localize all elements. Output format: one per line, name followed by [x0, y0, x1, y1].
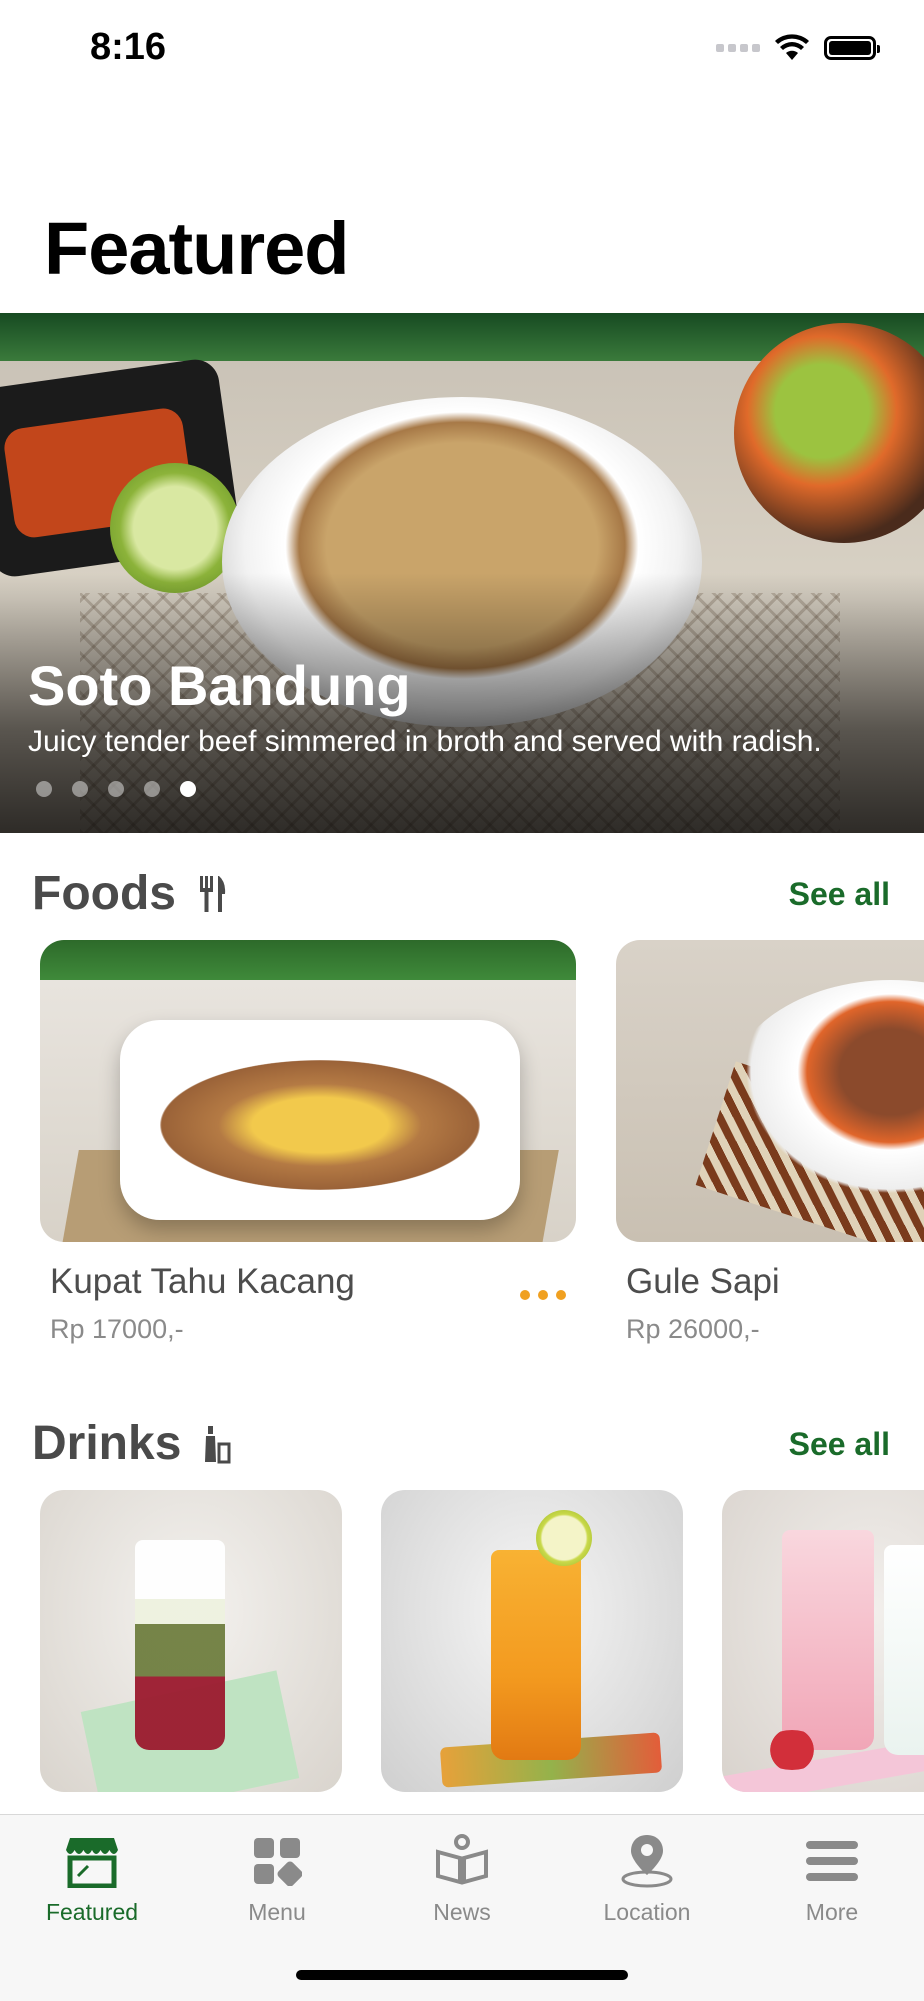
carousel-dot[interactable]: [72, 781, 88, 797]
tab-label: Menu: [248, 1899, 306, 1925]
carousel-dot[interactable]: [36, 781, 52, 797]
hero-description: Juicy tender beef simmered in broth and …: [28, 725, 822, 758]
hero-carousel[interactable]: Soto Bandung Juicy tender beef simmered …: [0, 313, 924, 833]
page-title: Featured: [44, 207, 350, 290]
food-name: Gule Sapi: [626, 1262, 780, 1301]
tab-label: More: [805, 1899, 859, 1925]
battery-icon: [824, 36, 880, 60]
tab-label: News: [433, 1899, 491, 1925]
utensils-icon: [199, 875, 226, 912]
food-price: Rp 17000,-: [50, 1314, 184, 1344]
foods-section-header: Foods See all: [0, 866, 924, 926]
more-options-icon[interactable]: [520, 1290, 566, 1300]
foods-title-text: Foods: [32, 867, 176, 920]
food-card[interactable]: Gule Sapi Rp 26000,-: [616, 940, 924, 1345]
hamburger-menu-icon: [806, 1841, 858, 1881]
home-indicator[interactable]: [296, 1970, 628, 1980]
tab-news[interactable]: News: [370, 1829, 554, 1939]
drinks-title-text: Drinks: [32, 1417, 182, 1470]
bottle-glass-icon: [205, 1425, 231, 1463]
drinks-see-all-link[interactable]: See all: [789, 1426, 890, 1463]
food-card[interactable]: Kupat Tahu Kacang Rp 17000,-: [40, 940, 576, 1345]
foods-see-all-link[interactable]: See all: [789, 876, 890, 913]
tab-label: Featured: [45, 1899, 139, 1925]
tab-label: Location: [603, 1899, 691, 1925]
drink-card[interactable]: [381, 1490, 683, 1792]
carousel-dot[interactable]: [108, 781, 124, 797]
storefront-icon: [66, 1838, 118, 1888]
wifi-icon: [775, 34, 809, 60]
drinks-section-header: Drinks See all: [0, 1416, 924, 1476]
carousel-dot[interactable]: [144, 781, 160, 797]
tab-featured[interactable]: Featured: [0, 1829, 184, 1939]
status-time: 8:16: [90, 26, 167, 68]
drink-card[interactable]: [40, 1490, 342, 1792]
status-icons: [716, 34, 880, 62]
drink-card[interactable]: [722, 1490, 924, 1792]
carousel-page-indicator[interactable]: [36, 781, 196, 797]
drinks-title: Drinks: [32, 1416, 231, 1471]
foods-title: Foods: [32, 866, 228, 921]
grid-menu-icon: [254, 1838, 302, 1886]
carousel-dot-active[interactable]: [180, 781, 196, 797]
news-book-icon: [436, 1834, 488, 1885]
status-bar: 8:16: [0, 0, 924, 100]
foods-carousel[interactable]: Kupat Tahu Kacang Rp 17000,- Gule Sapi R…: [0, 940, 924, 1360]
drinks-carousel[interactable]: [0, 1490, 924, 1792]
food-price: Rp 26000,-: [626, 1314, 760, 1344]
location-pin-icon: [621, 1835, 673, 1888]
tab-menu[interactable]: Menu: [185, 1829, 369, 1939]
food-image[interactable]: [40, 940, 576, 1242]
tab-location[interactable]: Location: [555, 1829, 739, 1939]
tab-more[interactable]: More: [740, 1829, 924, 1939]
cellular-signal-icon: [716, 44, 760, 52]
food-image[interactable]: [616, 940, 924, 1242]
food-name: Kupat Tahu Kacang: [50, 1262, 355, 1301]
hero-title: Soto Bandung: [28, 654, 411, 717]
